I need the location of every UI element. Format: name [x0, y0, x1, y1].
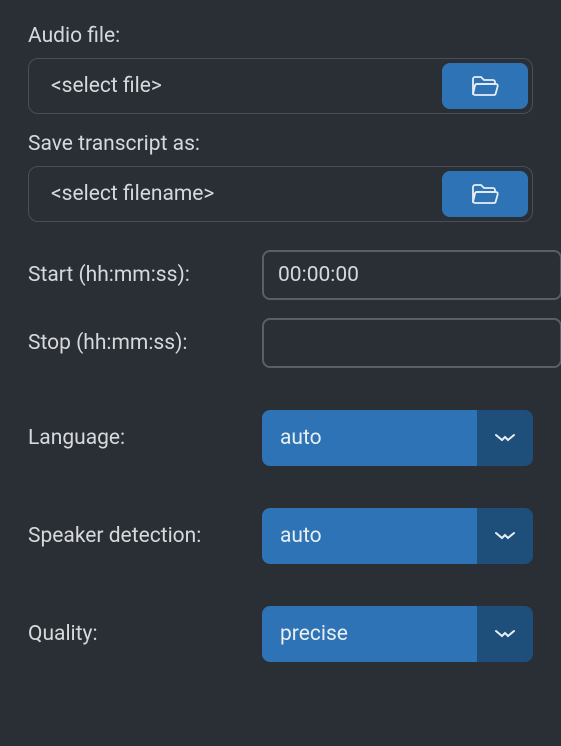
stop-row: Stop (hh:mm:ss): — [28, 318, 533, 368]
language-selected: auto — [262, 410, 477, 466]
stop-label: Stop (hh:mm:ss): — [28, 331, 262, 355]
speaker-detection-chevron — [477, 508, 533, 564]
quality-select[interactable]: precise — [262, 606, 533, 662]
language-select[interactable]: auto — [262, 410, 533, 466]
save-transcript-value: <select filename> — [33, 171, 442, 217]
audio-file-browse-button[interactable] — [442, 63, 528, 109]
folder-open-icon — [471, 183, 499, 205]
start-input[interactable] — [262, 250, 561, 300]
language-row: Language: auto — [28, 410, 533, 466]
folder-open-icon — [471, 75, 499, 97]
language-label: Language: — [28, 426, 262, 450]
speaker-detection-selected: auto — [262, 508, 477, 564]
quality-row: Quality: precise — [28, 606, 533, 662]
speaker-detection-row: Speaker detection: auto — [28, 508, 533, 564]
save-transcript-group: Save transcript as: <select filename> — [28, 132, 533, 222]
chevron-down-icon — [494, 628, 516, 640]
save-transcript-label: Save transcript as: — [28, 132, 533, 156]
language-chevron — [477, 410, 533, 466]
start-label: Start (hh:mm:ss): — [28, 263, 262, 287]
audio-file-group: Audio file: <select file> — [28, 24, 533, 114]
save-transcript-picker[interactable]: <select filename> — [28, 166, 533, 222]
speaker-detection-select[interactable]: auto — [262, 508, 533, 564]
chevron-down-icon — [494, 432, 516, 444]
quality-label: Quality: — [28, 622, 262, 646]
chevron-down-icon — [494, 530, 516, 542]
audio-file-value: <select file> — [33, 63, 442, 109]
quality-selected: precise — [262, 606, 477, 662]
start-row: Start (hh:mm:ss): — [28, 250, 533, 300]
save-transcript-browse-button[interactable] — [442, 171, 528, 217]
speaker-detection-label: Speaker detection: — [28, 524, 262, 548]
quality-chevron — [477, 606, 533, 662]
audio-file-picker[interactable]: <select file> — [28, 58, 533, 114]
audio-file-label: Audio file: — [28, 24, 533, 48]
stop-input[interactable] — [262, 318, 561, 368]
